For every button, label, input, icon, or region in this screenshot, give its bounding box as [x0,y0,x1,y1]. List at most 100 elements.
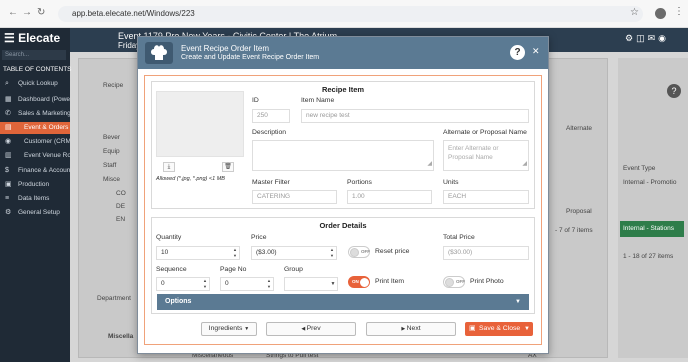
prev-label: Prev [306,325,321,332]
sidebar-item-label: Dashboard (Power) [18,96,70,103]
units-field[interactable]: EACH [443,190,529,204]
item-name-field[interactable]: new recipe test [301,109,529,123]
sidebar-item-dashboard-power[interactable]: ▦ Dashboard (Power) [0,94,70,106]
save-close-button[interactable]: ▣ Save & Close ▼ [465,322,533,336]
id-label: ID [252,97,259,104]
right-pager-count: 1 - 18 of 27 items [623,253,674,260]
save-caret-icon[interactable]: ▼ [524,322,530,336]
page-help-icon[interactable]: ? [667,84,681,98]
forward-arrow-icon[interactable]: → [22,7,32,18]
bg-tree-co: CO [116,190,126,197]
reset-price-label: Reset price [375,248,410,255]
quantity-label: Quantity [156,234,182,241]
sidebar-item-event-venue-rooms[interactable]: ▥ Event Venue Rooms [0,150,70,162]
selected-row-green[interactable]: Internal - Stations [620,221,684,237]
alternate-name-field[interactable]: Enter Alternate or Proposal Name ◢ [443,140,529,171]
sidebar-item-finance-accounting[interactable]: $ Finance & Accounting [0,165,70,177]
search-icon: ⌕ [5,80,9,87]
sidebar-item-label: Sales & Marketing [18,110,70,117]
url-text: app.beta.elecate.net/Windows/223 [72,9,195,18]
master-filter-label: Master Filter [252,179,290,186]
bg-tree-en: EN [116,216,126,223]
alternate-name-label: Alternate or Proposal Name [443,129,527,136]
dollar-icon: $ [5,167,9,174]
print-photo-toggle-text: OFF [456,279,465,284]
prev-button[interactable]: ◀ Prev [266,322,356,336]
sidebar-item-label: Production [18,181,50,188]
browser-menu-icon[interactable]: ⋮ [674,6,684,17]
group-select[interactable]: ▼ [284,277,338,291]
bg-alternate-header: Alternate [566,125,593,132]
quantity-spin-icon[interactable]: ▲ ▼ [231,247,239,259]
master-filter-field[interactable]: CATERING [252,190,337,204]
ingredients-label: Ingredients [208,325,243,332]
address-bar[interactable]: app.beta.elecate.net/Windows/223 [58,6,643,22]
profile-avatar[interactable] [655,8,666,19]
sequence-spin-icon[interactable]: ▲ ▼ [201,278,209,290]
sidebar-search-input[interactable]: Search... [2,50,66,60]
sidebar-item-event-orders[interactable]: ▤ Event & Orders [0,122,70,134]
sidebar-item-customer-crm[interactable]: ◉ Customer (CRM) [0,136,70,148]
sidebar-item-production[interactable]: ▣ Production [0,179,70,191]
close-icon[interactable]: ✕ [532,46,540,57]
sidebar-item-label: Customer (CRM) [24,138,70,145]
quantity-stepper[interactable]: 10 ▲ ▼ [156,246,240,260]
toggle-knob [445,278,454,287]
next-label: Next [406,325,421,332]
sidebar-item-data-items[interactable]: ≡ Data Items [0,193,70,205]
modal-title: Event Recipe Order Item [181,44,270,53]
price-stepper[interactable]: ($3.00) ▲ ▼ [251,246,337,260]
ingredients-dropdown[interactable]: Ingredients ▼ [201,322,257,336]
dashboard-icon: ▦ [5,96,12,103]
print-photo-label: Print Photo [470,278,504,285]
sidebar-item-quick-lookup[interactable]: ⌕ Quick Lookup [0,78,70,90]
print-item-toggle[interactable]: ON [348,276,370,288]
toggle-knob [350,248,359,257]
page-no-spin-icon[interactable]: ▲ ▼ [265,278,273,290]
sidebar-item-label: Data Items [18,195,50,202]
app-logo: ☰ Elecate [4,31,61,45]
bg-department: Department [97,295,131,302]
bookmark-star-icon[interactable]: ☆ [630,7,639,18]
header-icons: ⚙◫✉◉ [625,33,669,43]
back-arrow-icon[interactable]: ← [8,7,18,18]
upload-icon[interactable]: ⤓ [163,162,175,172]
order-details-heading: Order Details [319,221,367,230]
event-type-value: Internal - Promotio [623,179,677,186]
price-label: Price [251,234,267,241]
right-panel [618,58,688,358]
recipe-order-item-modal: Event Recipe Order Item Create and Updat… [137,36,549,354]
save-label: Save & Close [479,325,521,332]
description-field[interactable]: ◢ [252,140,434,171]
page-no-label: Page No [220,266,247,273]
bg-tree-misc: Misce [103,176,120,183]
next-button[interactable]: ▶ Next [366,322,456,336]
sequence-stepper[interactable]: 0 ▲ ▼ [156,277,210,291]
calendar-icon: ▤ [5,124,12,131]
trash-icon[interactable]: 🗑 [222,162,234,172]
reload-icon[interactable]: ↻ [37,7,45,18]
sidebar-item-sales-marketing[interactable]: ✆ Sales & Marketing [0,108,70,120]
print-photo-toggle[interactable]: OFF [443,276,465,288]
description-label: Description [252,129,286,136]
chevron-down-icon: ▼ [244,326,250,332]
sidebar-item-general-setup[interactable]: ⚙ General Setup [0,207,70,219]
id-field[interactable]: 250 [252,109,290,123]
print-item-label: Print Item [375,278,405,285]
modal-subtitle: Create and Update Event Recipe Order Ite… [181,54,320,61]
portions-label: Portions [347,179,372,186]
browser-toolbar: ← → ↻ app.beta.elecate.net/Windows/223 ☆… [0,0,688,28]
help-icon[interactable]: ? [510,45,525,60]
user-icon: ◉ [5,138,12,145]
options-accordion[interactable]: Options ▼ [157,294,529,310]
page-no-value: 0 [225,280,229,287]
chevron-down-icon: ▼ [515,299,521,305]
chef-hat-icon [145,42,173,64]
group-chevron-down-icon: ▼ [330,281,336,287]
portions-field[interactable]: 1.00 [347,190,432,204]
bg-misc: Miscella [108,333,134,340]
sidebar-item-label: Event Venue Rooms [24,152,70,159]
page-no-stepper[interactable]: 0 ▲ ▼ [220,277,274,291]
price-spin-icon[interactable]: ▲ ▼ [328,247,336,259]
reset-price-toggle[interactable]: OFF [348,246,370,258]
